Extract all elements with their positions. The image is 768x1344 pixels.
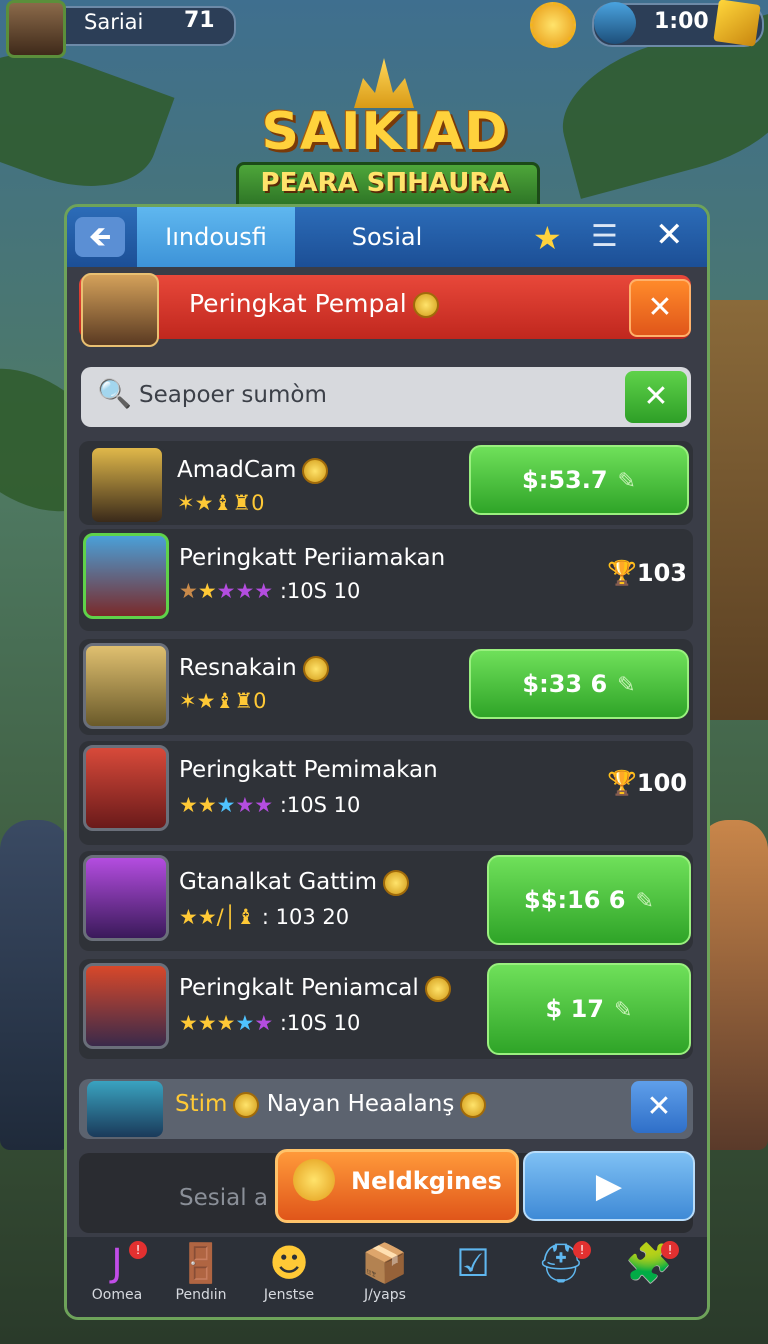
trophy-icon: 🏆 — [607, 559, 637, 587]
logo-subtitle: PEARA SПHAURA — [260, 168, 510, 198]
coin-icon — [424, 975, 451, 1002]
nav-item-jyaps[interactable]: 📦 J/yaps — [343, 1239, 427, 1315]
nav-item-jenstse[interactable]: ☻ Jenstse — [247, 1239, 331, 1315]
price-button[interactable]: $ 17 ✎ — [487, 963, 691, 1055]
notification-badge: ! — [129, 1241, 147, 1259]
row-stars: ★★★★★ :10S 10 — [179, 579, 361, 603]
tab-indousfi[interactable]: Iındousfi — [137, 207, 295, 267]
coin-icon — [302, 655, 329, 682]
friend-avatar[interactable] — [594, 2, 636, 44]
hero-character-left — [0, 820, 70, 1150]
row-name: Peringkatt Pemimakan — [179, 757, 438, 783]
row-stars: ★★★★★ :10S 10 — [179, 793, 361, 817]
player-avatar — [83, 643, 169, 729]
pencil-icon: ✎ — [617, 673, 636, 698]
door-icon: 🚪 — [177, 1241, 225, 1285]
coin-icon — [302, 457, 329, 484]
search-input[interactable]: Seapoer sumòm — [139, 382, 327, 408]
pencil-icon: ✎ — [617, 469, 636, 494]
search-icon: 🔍 — [97, 377, 132, 410]
neldkgines-label: Neldkgines — [351, 1167, 502, 1195]
notification-text: Stim Nayan Heaalanş — [175, 1091, 487, 1118]
crown-icon — [354, 58, 414, 108]
play-button[interactable]: ▶ — [523, 1151, 695, 1221]
banner-avatar — [81, 273, 159, 347]
nav-item-shop[interactable]: ⛑ ! — [519, 1239, 603, 1315]
box-icon: 📦 — [361, 1241, 409, 1285]
row-stars: ✶★♝♜0 — [179, 689, 267, 713]
pencil-icon: ✎ — [635, 889, 654, 914]
notification-badge: ! — [573, 1241, 591, 1259]
player-avatar — [83, 855, 169, 941]
row-stars: ★★/│♝ : 103 20 — [179, 905, 350, 929]
row-stars: ✶★♝♜0 — [177, 491, 265, 515]
gold-cube-icon[interactable] — [713, 0, 761, 47]
sun-icon[interactable] — [530, 2, 576, 48]
row-stars: ★★★★★ :10S 10 — [179, 1011, 361, 1035]
player-level: 71 — [184, 8, 215, 33]
trophy-icon: 🏆 — [607, 769, 637, 797]
player-name: Sariai — [84, 10, 144, 34]
banner-close-button[interactable]: ✕ — [629, 279, 691, 337]
nav-item-oomea[interactable]: J Oomea ! — [75, 1239, 159, 1315]
price-button[interactable]: $$:16 6 ✎ — [487, 855, 691, 945]
coin-icon — [412, 292, 439, 318]
social-label: Sesial a — [179, 1185, 269, 1211]
coin-icon — [233, 1091, 260, 1118]
nav-item-tasks[interactable]: ☑ — [431, 1239, 515, 1315]
player-avatar — [83, 533, 169, 619]
player-avatar — [83, 745, 169, 831]
row-name: AmadCam — [177, 457, 329, 484]
row-name: Gtanalkat Gattim — [179, 869, 410, 896]
pencil-icon: ✎ — [614, 998, 633, 1023]
player-avatar[interactable] — [6, 0, 66, 58]
notification-avatar — [87, 1081, 163, 1137]
row-name: Peringkalt Peniamcal — [179, 975, 451, 1002]
coin-icon — [383, 869, 410, 896]
leaderboard-panel: 🡸 Iındousfi Sosial ★ ☰ ✕ Peringkat Pempa… — [64, 204, 710, 1320]
nav-label: Oomea — [91, 1287, 143, 1303]
nav-label: Pendıin — [175, 1287, 227, 1303]
price-button[interactable]: $:53.7 ✎ — [469, 445, 689, 515]
character-icon: ☻ — [269, 1241, 309, 1285]
nav-item-pendiin[interactable]: 🚪 Pendıin — [159, 1239, 243, 1315]
row-name: Resnakain — [179, 655, 329, 682]
menu-icon[interactable]: ☰ — [591, 219, 618, 254]
star-icon[interactable]: ★ — [533, 219, 562, 257]
nav-label: Jenstse — [263, 1287, 315, 1303]
coin-icon — [460, 1091, 487, 1118]
game-logo: SAIKIAD PEARA SПHAURA — [236, 58, 540, 216]
trophy-score: 🏆103 — [607, 559, 687, 587]
checkbox-icon: ☑ — [455, 1241, 491, 1285]
search-clear-button[interactable]: ✕ — [625, 371, 687, 423]
notification-badge: ! — [661, 1241, 679, 1259]
back-button[interactable]: 🡸 — [75, 217, 125, 257]
trophy-score: 🏆100 — [607, 769, 687, 797]
player-avatar — [83, 963, 169, 1049]
nav-item-puzzle[interactable]: 🧩 ! — [607, 1239, 691, 1315]
notification-close-button[interactable]: ✕ — [631, 1081, 687, 1133]
logo-title: SAIKIAD — [261, 102, 509, 162]
nav-label: J/yaps — [364, 1287, 406, 1303]
player-avatar — [89, 445, 165, 525]
row-name: Peringkatt Periiamakan — [179, 545, 446, 571]
tab-sosial[interactable]: Sosial — [317, 207, 457, 267]
cta-coin-icon — [293, 1159, 335, 1201]
timer-value: 1:00 — [654, 9, 709, 34]
close-icon[interactable]: ✕ — [655, 215, 684, 255]
price-button[interactable]: $:33 6 ✎ — [469, 649, 689, 719]
banner-title: Peringkat Pempal — [189, 289, 439, 318]
